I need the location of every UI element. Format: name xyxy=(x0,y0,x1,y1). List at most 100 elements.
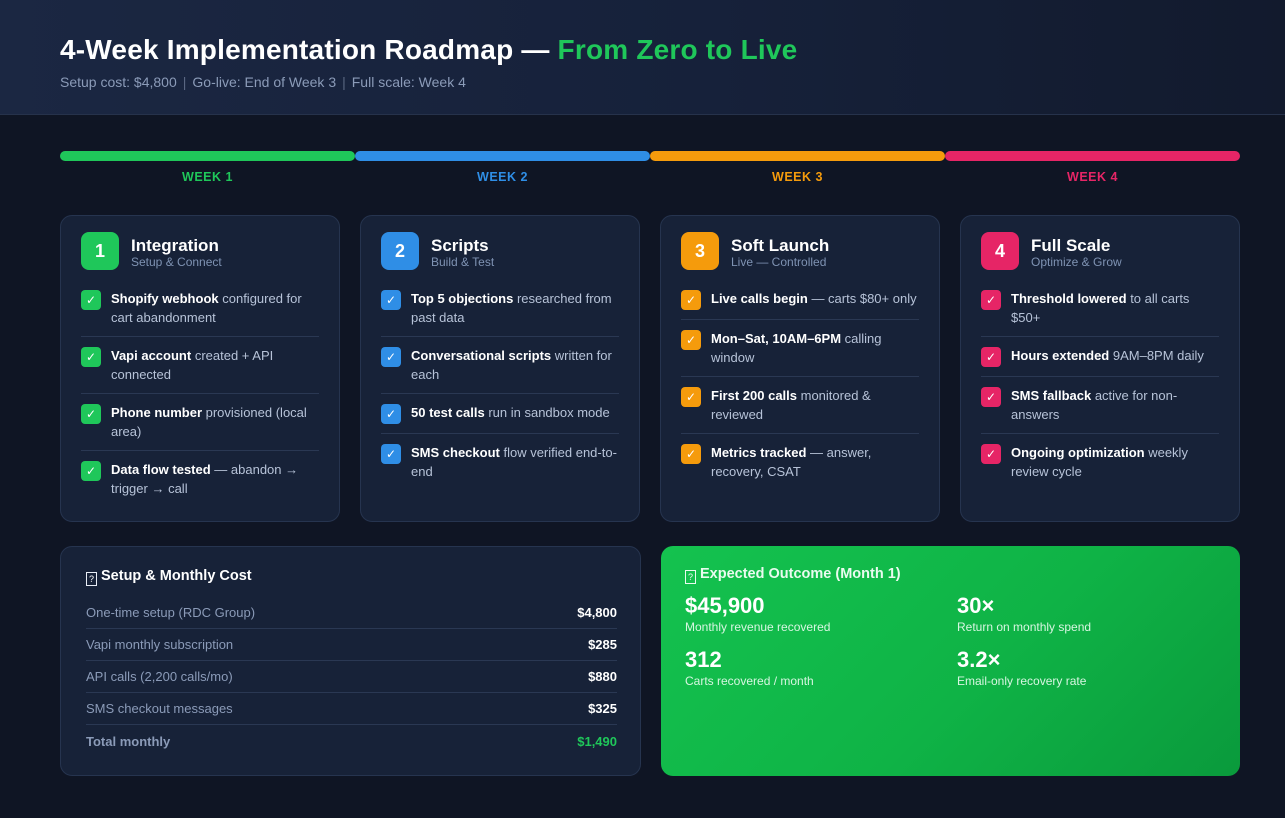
task-text: SMS fallback active for non-answers xyxy=(1011,387,1219,424)
outcome-metric-recovery-rate: 3.2× Email-only recovery rate xyxy=(957,647,1086,688)
checkmark-icon: ✓ xyxy=(381,347,401,367)
checkmark-icon: ✓ xyxy=(81,461,101,481)
cost-panel: ? Setup & Monthly Cost One-time setup (RD… xyxy=(60,546,641,776)
metric-value: 30× xyxy=(957,593,995,618)
outcome-panel-title: ? Expected Outcome (Month 1) xyxy=(685,566,901,584)
cost-row-label: Vapi monthly subscription xyxy=(86,637,234,652)
checkmark-icon: ✓ xyxy=(381,444,401,464)
metric-caption: Monthly revenue recovered xyxy=(685,620,831,634)
cost-row-value: $4,800 xyxy=(577,605,617,620)
week-timeline: WEEK 1 WEEK 2 WEEK 3 WEEK 4 xyxy=(60,151,1240,191)
cost-row-value: $285 xyxy=(588,637,617,652)
task-text: Threshold lowered to all carts $50+ xyxy=(1011,290,1219,327)
cost-row: Vapi monthly subscription $285 xyxy=(86,629,617,661)
checkmark-icon: ✓ xyxy=(81,290,101,310)
week-card-title: Full Scale xyxy=(1031,236,1111,255)
task-item: ✓ Metrics tracked — answer, recovery, CSA… xyxy=(681,444,919,490)
missing-glyph-icon: ? xyxy=(685,570,696,584)
checkmark-icon: ✓ xyxy=(981,290,1001,310)
metric-caption: Email-only recovery rate xyxy=(957,674,1087,688)
week-card-title: Soft Launch xyxy=(731,236,830,255)
timeline-bar-week-3 xyxy=(650,151,945,161)
cost-total-label: Total monthly xyxy=(86,733,171,749)
week-card-3: 3 Soft Launch Live — Controlled ✓ Live calls… xyxy=(660,215,940,522)
cost-table: One-time setup (RDC Group) $4,800 Vapi mo… xyxy=(86,597,617,757)
cost-row-label: SMS checkout messages xyxy=(86,701,233,716)
cost-row-value: $325 xyxy=(588,701,617,716)
page-subtitle: Setup cost: $4,800 | Go-live: End of Week … xyxy=(60,74,466,90)
timeline-label-week-3: WEEK 3 xyxy=(772,170,823,184)
week-number-badge: 1 xyxy=(81,232,119,270)
week-card-title: Integration xyxy=(131,236,219,255)
task-highlight: Ongoing optimization xyxy=(1011,445,1145,460)
task-detail: — carts $80+ only xyxy=(807,291,917,306)
task-highlight: Hours extended xyxy=(1011,348,1110,363)
task-text: Ongoing optimization weekly review cycle xyxy=(1011,444,1219,481)
task-text: SMS checkout flow verified end-to-end xyxy=(411,444,619,481)
task-text: First 200 calls monitored & reviewed xyxy=(711,387,919,424)
task-text: Shopify webhook configured for cart aban… xyxy=(111,290,319,327)
checkmark-icon: ✓ xyxy=(681,290,701,310)
timeline-label-week-4: WEEK 4 xyxy=(1067,170,1118,184)
metric-caption: Return on monthly spend xyxy=(957,620,1092,634)
timeline-bar-week-2 xyxy=(355,151,650,161)
outcome-metric-revenue: $45,900 Monthly revenue recovered xyxy=(685,593,830,634)
task-item: ✓ Top 5 objections researched from past d… xyxy=(381,290,619,337)
task-item: ✓ Vapi account created + API connected xyxy=(81,347,319,394)
task-highlight: Threshold lowered xyxy=(1011,291,1127,306)
task-highlight: Mon–Sat, 10AM–6PM xyxy=(711,331,842,346)
metric-caption: Carts recovered / month xyxy=(685,674,814,688)
cost-row: One-time setup (RDC Group) $4,800 xyxy=(86,597,617,629)
task-text: Metrics tracked — answer, recovery, CSAT xyxy=(711,444,919,481)
outcome-metric-carts: 312 Carts recovered / month xyxy=(685,647,814,688)
week-card-subtitle: Live — Controlled xyxy=(731,255,827,269)
cost-row: SMS checkout messages $325 xyxy=(86,693,617,725)
task-text: Top 5 objections researched from past da… xyxy=(411,290,619,327)
task-text: 50 test calls run in sandbox mode xyxy=(411,404,610,423)
page-header: 4-Week Implementation Roadmap — From Zer… xyxy=(0,0,1285,115)
task-text: Conversational scripts written for each xyxy=(411,347,619,384)
outcome-panel-title-text: Expected Outcome (Month 1) xyxy=(700,566,901,582)
task-highlight: Live calls begin xyxy=(711,291,808,306)
task-highlight: Conversational scripts xyxy=(411,348,552,363)
task-highlight: Data flow tested xyxy=(111,462,211,477)
task-item: ✓ Data flow tested — abandon → trigger → … xyxy=(81,461,319,507)
subtitle-go-live: Go-live: End of Week 3 xyxy=(192,74,337,90)
timeline-label-week-2: WEEK 2 xyxy=(477,170,528,184)
cost-total-row: Total monthly $1,490 xyxy=(86,725,617,757)
task-item: ✓ Conversational scripts written for each xyxy=(381,347,619,394)
week-card-1: 1 Integration Setup & Connect ✓ Shopify webh… xyxy=(60,215,340,522)
timeline-bar-week-4 xyxy=(945,151,1240,161)
task-item: ✓ Live calls begin — carts $80+ only xyxy=(681,290,919,320)
cost-row: API calls (2,200 calls/mo) $880 xyxy=(86,661,617,693)
cost-total-value: $1,490 xyxy=(577,733,617,749)
week-task-list: ✓ Threshold lowered to all carts $50+ ✓ Hou… xyxy=(981,290,1219,500)
week-card-subtitle: Optimize & Grow xyxy=(1031,255,1122,269)
timeline-label-week-1: WEEK 1 xyxy=(182,170,233,184)
task-text: Vapi account created + API connected xyxy=(111,347,319,384)
task-item: ✓ First 200 calls monitored & reviewed xyxy=(681,387,919,434)
week-card-subtitle: Setup & Connect xyxy=(131,255,222,269)
task-item: ✓ 50 test calls run in sandbox mode xyxy=(381,404,619,434)
checkmark-icon: ✓ xyxy=(81,404,101,424)
task-item: ✓ Shopify webhook configured for cart aba… xyxy=(81,290,319,337)
subtitle-separator: | xyxy=(342,74,346,90)
checkmark-icon: ✓ xyxy=(981,347,1001,367)
cost-panel-title: ? Setup & Monthly Cost xyxy=(86,568,252,586)
task-text: Hours extended 9AM–8PM daily xyxy=(1011,347,1204,366)
week-card-title: Scripts xyxy=(431,236,489,255)
task-item: ✓ SMS checkout flow verified end-to-end xyxy=(381,444,619,490)
task-text: Mon–Sat, 10AM–6PM calling window xyxy=(711,330,919,367)
checkmark-icon: ✓ xyxy=(681,444,701,464)
checkmark-icon: ✓ xyxy=(381,404,401,424)
task-item: ✓ Threshold lowered to all carts $50+ xyxy=(981,290,1219,337)
metric-value: $45,900 xyxy=(685,593,765,618)
task-detail: 9AM–8PM daily xyxy=(1109,348,1204,363)
page-title-main: 4-Week Implementation Roadmap — xyxy=(60,34,558,65)
timeline-bar-week-1 xyxy=(60,151,355,161)
page-title-accent: From Zero to Live xyxy=(557,34,798,65)
task-highlight: SMS fallback xyxy=(1011,388,1092,403)
task-text: Phone number provisioned (local area) xyxy=(111,404,319,441)
task-text: Live calls begin — carts $80+ only xyxy=(711,290,917,309)
task-highlight: First 200 calls xyxy=(711,388,797,403)
